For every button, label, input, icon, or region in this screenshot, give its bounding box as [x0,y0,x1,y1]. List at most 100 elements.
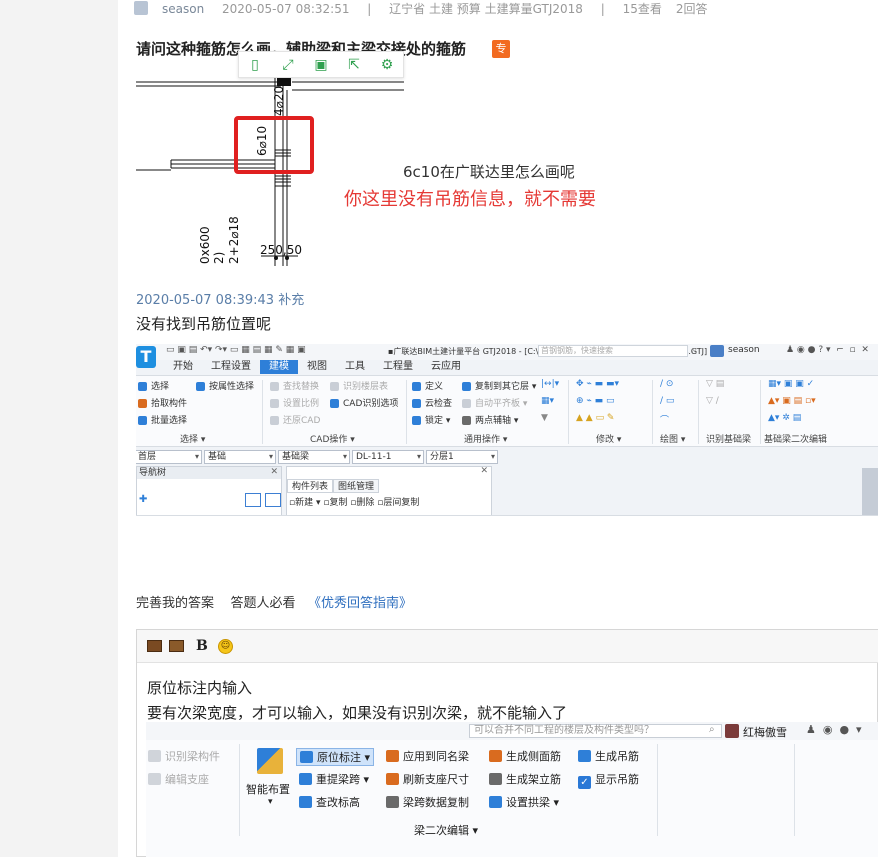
filter-icon[interactable]: ▼ [541,413,548,423]
tab-modeling[interactable]: 建模 [260,360,298,374]
gen-erect-bar-button[interactable]: 生成架立筋 [489,771,561,787]
group-common[interactable]: 通用操作 ▾ [464,432,507,445]
view-cube[interactable] [862,468,878,515]
app2-search[interactable]: 可以合并不同工程的楼层及构件类型吗？ [469,724,722,738]
set-arch-beam-button[interactable]: 设置拱梁 ▾ [489,794,559,810]
modify-icons-row2[interactable]: ⊕ ⌁ ▬ ▭ [576,396,615,406]
tab-start[interactable]: 开始 [164,360,202,374]
search-icon[interactable]: ⌕ [692,345,697,355]
gen-side-bar-button[interactable]: 生成侧面筋 [489,748,561,764]
improve-answer-link[interactable]: 完善我的答案 [136,596,214,611]
list-toolbar[interactable]: ▫新建 ▾ ▫复制 ▫删除 ▫层间复制 [289,495,419,508]
layer-icons[interactable]: ▦▾ [541,396,554,406]
floor-select[interactable]: 首层 [136,450,202,464]
cad-drawing-image[interactable]: 4⌀20 6⌀10 0x600 2) 2+2⌀18 250,50 [136,78,404,266]
identify-icons-row2[interactable]: ▽ ∕ [706,396,719,406]
grid-view-icon[interactable] [265,493,281,507]
save-icon[interactable]: ▣ [313,57,329,73]
share-icon[interactable]: ⇱ [346,57,362,73]
tab-drawing-mgmt[interactable]: 图纸管理 [333,479,380,493]
window-icons[interactable]: ♟ ◉ ● ▾ [806,723,862,736]
component-list-panel[interactable]: ✕ 构件列表 图纸管理 ▫新建 ▾ ▫复制 ▫删除 ▫层间复制 [286,466,492,515]
re-span-button[interactable]: 重提梁跨 ▾ [299,771,369,787]
second-icons-row1[interactable]: ▦▾ ▣ ▣ ✓ [768,379,814,389]
span-data-copy-button[interactable]: 梁跨数据复制 [386,794,469,810]
find-replace-button[interactable]: 查找替换 [270,379,319,392]
batch-select-button[interactable]: 批量选择 [138,413,187,426]
search-icon[interactable]: ⌕ [709,724,715,735]
emoji-icon[interactable]: ☺ [218,639,233,654]
restore-cad-button[interactable]: 还原CAD [270,413,320,426]
avatar[interactable] [725,724,739,738]
gen-hanger-bar-button[interactable]: 生成吊筋 [578,748,639,764]
app2-user[interactable]: 红梅傲雪 [743,724,787,740]
pick-button[interactable]: 拾取构件 [138,396,187,409]
identify-floor-button[interactable]: 识别楼层表 [330,379,388,392]
second-icons-row2[interactable]: ▲▾ ▣ ▤ ▫▾ [768,396,816,406]
chevron-down-icon[interactable]: ▾ [268,797,273,807]
smart-layout-button[interactable]: 智能布置 [246,781,290,797]
cad-options-button[interactable]: CAD识别选项 [330,396,398,409]
group-draw[interactable]: 绘图 ▾ [660,432,685,445]
nav-tree-panel[interactable]: 导航树 ✕ ✚ [136,466,282,515]
copy-other-floor-button[interactable]: 复制到其它层 ▾ [462,379,536,392]
layer-select[interactable]: 分层1 [426,450,498,464]
fullscreen-icon[interactable]: ⤢ [280,57,296,73]
type-select[interactable]: 基础梁 [278,450,350,464]
app-user[interactable]: season [728,345,760,355]
add-icon[interactable]: ✚ [139,494,147,505]
apply-same-name-button[interactable]: 应用到同名梁 [386,748,469,764]
bold-button[interactable]: B [196,638,208,654]
check-elevation-button[interactable]: 查改标高 [299,794,360,810]
draw-icons-row3[interactable]: ⌒ [660,413,669,426]
show-hanger-checkbox[interactable]: ✓ 显示吊筋 [578,771,639,789]
smart-layout-icon[interactable] [257,748,283,774]
avatar[interactable] [134,1,148,15]
edit-support-button[interactable]: 编辑支座 [148,771,209,787]
tab-cloud[interactable]: 云应用 [422,360,470,374]
second-icons-row3[interactable]: ▲▾ ✲ ▤ [768,413,801,423]
select-by-attr-button[interactable]: 按属性选择 [196,379,254,392]
modify-icons-row1[interactable]: ✥ ⌁ ▬ ▬▾ [576,379,619,389]
close-icon[interactable]: ✕ [270,467,278,477]
tab-quantity[interactable]: 工程量 [374,360,422,374]
draw-icons-row1[interactable]: ∕ ⊙ [660,379,673,389]
app-search[interactable]: 首钢钢筋，快速搜索 [538,345,688,357]
settings-icon[interactable]: ⚙ [379,57,395,73]
refresh-support-button[interactable]: 刷新支座尺寸 [386,771,469,787]
group-identify[interactable]: 识别基础梁 [706,432,751,445]
tab-project-settings[interactable]: 工程设置 [202,360,260,374]
modify-icons-row3[interactable]: ▲ ▲ ▭ ✎ [576,413,614,423]
select-button[interactable]: 选择 [138,379,169,392]
multi-image-icon[interactable] [169,640,184,652]
must-read-link[interactable]: 答题人必看 [231,596,296,611]
software-screenshot-2[interactable]: 可以合并不同工程的楼层及构件类型吗？ ⌕ 红梅傲雪 ♟ ◉ ● ▾ 识别梁构件 … [146,722,878,857]
set-ratio-button[interactable]: 设置比例 [270,396,319,409]
author-name[interactable]: season [162,2,204,16]
tab-view[interactable]: 视图 [298,360,336,374]
group-second-edit[interactable]: 基础梁二次编辑 [764,432,827,445]
close-icon[interactable]: ✕ [480,466,488,476]
list-view-icon[interactable] [245,493,261,507]
lock-button[interactable]: 锁定 ▾ [412,413,450,426]
draw-icons-row2[interactable]: ∕ ▭ [660,396,674,406]
answer-editor[interactable]: B ☺ 原位标注内输入 要有次梁宽度，才可以输入，如果没有识别次梁，就不能输入了… [136,629,878,857]
guide-link[interactable]: 《优秀回答指南》 [308,596,412,611]
window-icons[interactable]: ♟ ◉ ● ? ▾ ⌐ ▫ ✕ [786,345,869,355]
identify-beam-button[interactable]: 识别梁构件 [148,748,220,764]
group-select[interactable]: 选择 ▾ [180,432,205,445]
cloud-check-button[interactable]: 云检查 [412,396,452,409]
orig-mark-button[interactable]: 原位标注 ▾ [296,748,375,766]
fit-icon[interactable]: ▯ [247,57,263,73]
element-select[interactable]: DL-11-1 [352,450,424,464]
software-screenshot-1[interactable]: ▭ ▣ ▤ ↶▾ ↷▾ ▭ ▦ ▤ ▦ ✎ ▦ ▣ ▪广联达BIM土建计量平台 … [136,344,878,516]
tab-component-list[interactable]: 构件列表 [287,479,334,493]
group-cad[interactable]: CAD操作 ▾ [310,432,355,445]
align-icons[interactable]: |↔|▾ [541,379,559,389]
app-logo[interactable]: T [136,346,156,368]
two-point-axis-button[interactable]: 两点辅轴 ▾ [462,413,518,426]
avatar[interactable] [710,345,724,357]
group-modify[interactable]: 修改 ▾ [596,432,621,445]
tab-tools[interactable]: 工具 [336,360,374,374]
category-select[interactable]: 基础 [204,450,276,464]
